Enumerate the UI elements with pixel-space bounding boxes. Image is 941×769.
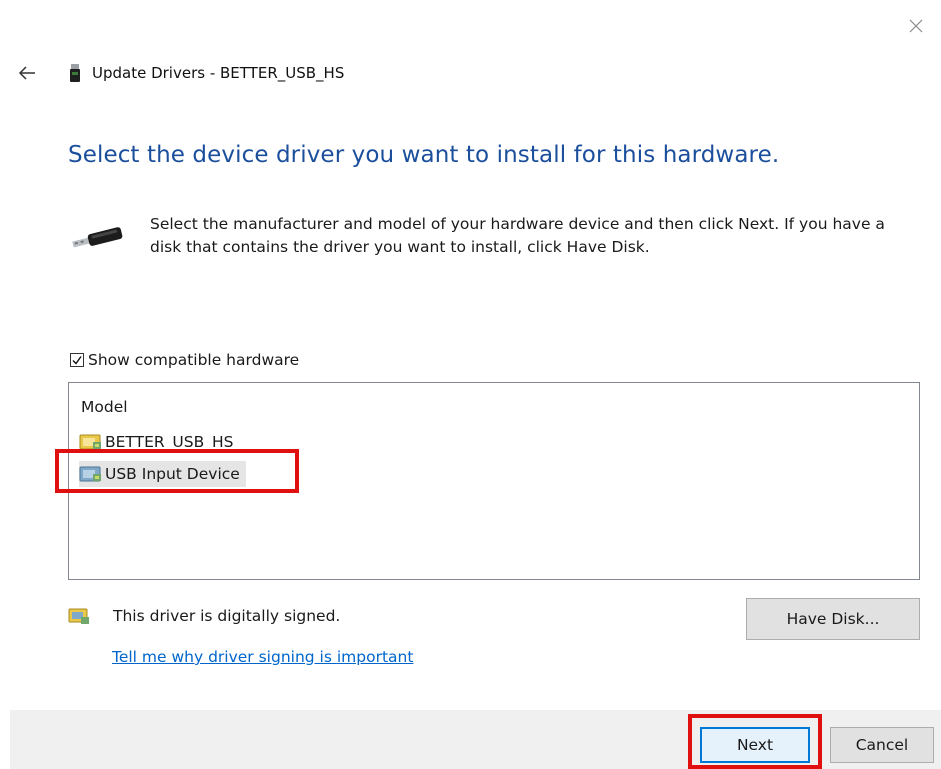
dialog-titlebar: Update Drivers - BETTER_USB_HS — [14, 60, 344, 86]
show-compatible-hardware-checkbox[interactable]: Show compatible hardware — [70, 351, 299, 369]
instruction-text: Select the manufacturer and model of you… — [150, 215, 885, 256]
model-column-header: Model — [81, 398, 128, 416]
cancel-button[interactable]: Cancel — [830, 727, 934, 763]
list-item-better-usb-hs[interactable]: BETTER_USB_HS — [79, 429, 239, 455]
usb-device-icon — [70, 222, 128, 252]
driver-signing-link[interactable]: Tell me why driver signing is important — [112, 648, 413, 666]
signing-status-text: This driver is digitally signed. — [113, 607, 341, 625]
update-drivers-dialog: Update Drivers - BETTER_USB_HS Select th… — [0, 0, 941, 769]
have-disk-button[interactable]: Have Disk... — [746, 598, 920, 640]
model-listbox[interactable]: Model BETTER_USB_HS USB Input Device — [68, 382, 920, 580]
usb-device-icon — [70, 64, 80, 82]
list-item-label: USB Input Device — [105, 465, 240, 483]
signed-driver-icon — [68, 607, 90, 625]
driver-package-icon — [79, 433, 103, 451]
driver-package-icon — [79, 465, 103, 483]
back-arrow-icon[interactable] — [14, 63, 40, 83]
list-item-usb-input-device[interactable]: USB Input Device — [79, 461, 246, 487]
checkbox-checked-icon[interactable] — [70, 353, 84, 367]
close-icon[interactable] — [907, 18, 925, 36]
checkbox-label: Show compatible hardware — [88, 351, 300, 369]
signing-status: This driver is digitally signed. — [68, 607, 340, 625]
next-button[interactable]: Next — [700, 727, 810, 763]
page-heading: Select the device driver you want to ins… — [68, 142, 780, 168]
dialog-title: Update Drivers - BETTER_USB_HS — [92, 64, 345, 82]
list-item-label: BETTER_USB_HS — [105, 433, 234, 451]
